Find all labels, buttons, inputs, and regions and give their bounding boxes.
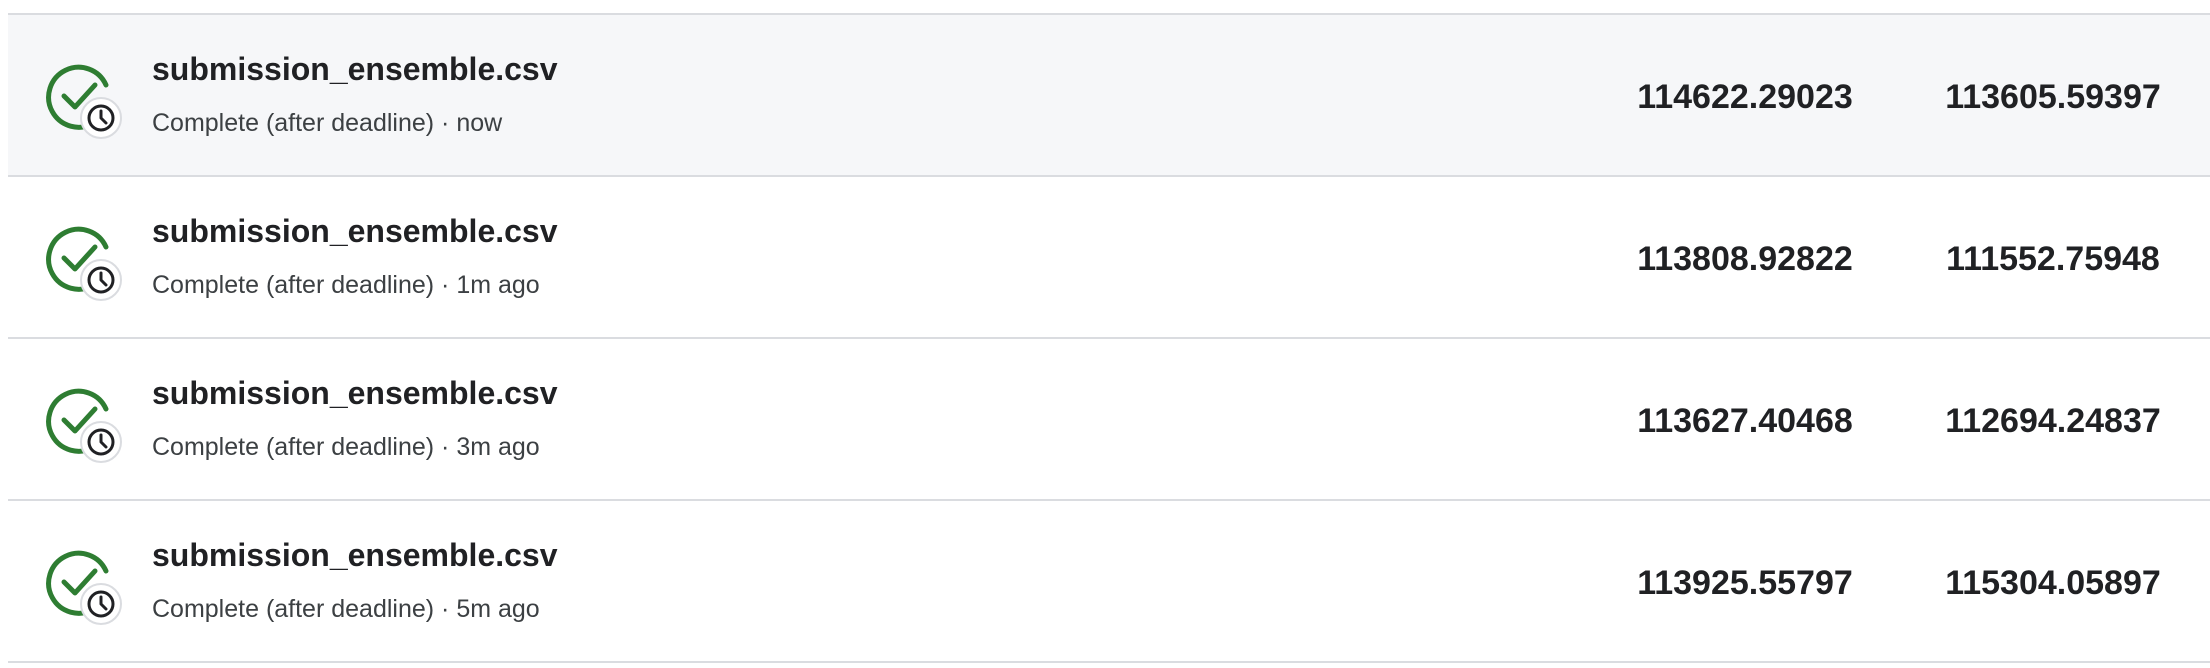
private-score: 111552.75948 [1946, 240, 2160, 278]
submission-time: now [456, 109, 503, 137]
public-score: 114622.29023 [1637, 78, 1853, 116]
submissions-list: submission_ensemble.csv Complete (after … [8, 13, 2210, 663]
status-text: Complete (after deadline) [152, 433, 435, 461]
public-score: 113627.40468 [1637, 402, 1853, 440]
private-score: 113605.59397 [1945, 78, 2161, 116]
private-score: 115304.05897 [1945, 564, 2161, 602]
status-text: Complete (after deadline) [152, 109, 435, 137]
public-score: 113808.92822 [1637, 240, 1853, 278]
complete-after-deadline-icon [44, 547, 126, 629]
complete-after-deadline-icon [44, 61, 126, 143]
submission-row[interactable]: submission_ensemble.csv Complete (after … [8, 177, 2210, 339]
submission-file-name[interactable]: submission_ensemble.csv [152, 537, 558, 574]
separator-dot: · [441, 109, 457, 137]
separator-dot: · [441, 595, 457, 623]
submission-time: 1m ago [456, 271, 540, 299]
separator-dot: · [441, 433, 457, 461]
submission-time: 5m ago [456, 595, 540, 623]
submission-status: Complete (after deadline) · 1m ago [152, 271, 540, 300]
private-score: 112694.24837 [1945, 402, 2161, 440]
submission-file-name[interactable]: submission_ensemble.csv [152, 375, 558, 412]
submission-file-name[interactable]: submission_ensemble.csv [152, 51, 558, 88]
complete-after-deadline-icon [44, 223, 126, 305]
submission-row[interactable]: submission_ensemble.csv Complete (after … [8, 15, 2210, 177]
submission-row[interactable]: submission_ensemble.csv Complete (after … [8, 501, 2210, 663]
public-score: 113925.55797 [1637, 564, 1853, 602]
complete-after-deadline-icon [44, 385, 126, 467]
submission-time: 3m ago [456, 433, 540, 461]
status-text: Complete (after deadline) [152, 271, 435, 299]
submission-file-name[interactable]: submission_ensemble.csv [152, 213, 558, 250]
status-text: Complete (after deadline) [152, 595, 435, 623]
submission-status: Complete (after deadline) · 5m ago [152, 595, 540, 624]
submission-status: Complete (after deadline) · now [152, 109, 502, 138]
separator-dot: · [441, 271, 457, 299]
submission-row[interactable]: submission_ensemble.csv Complete (after … [8, 339, 2210, 501]
submission-status: Complete (after deadline) · 3m ago [152, 433, 540, 462]
